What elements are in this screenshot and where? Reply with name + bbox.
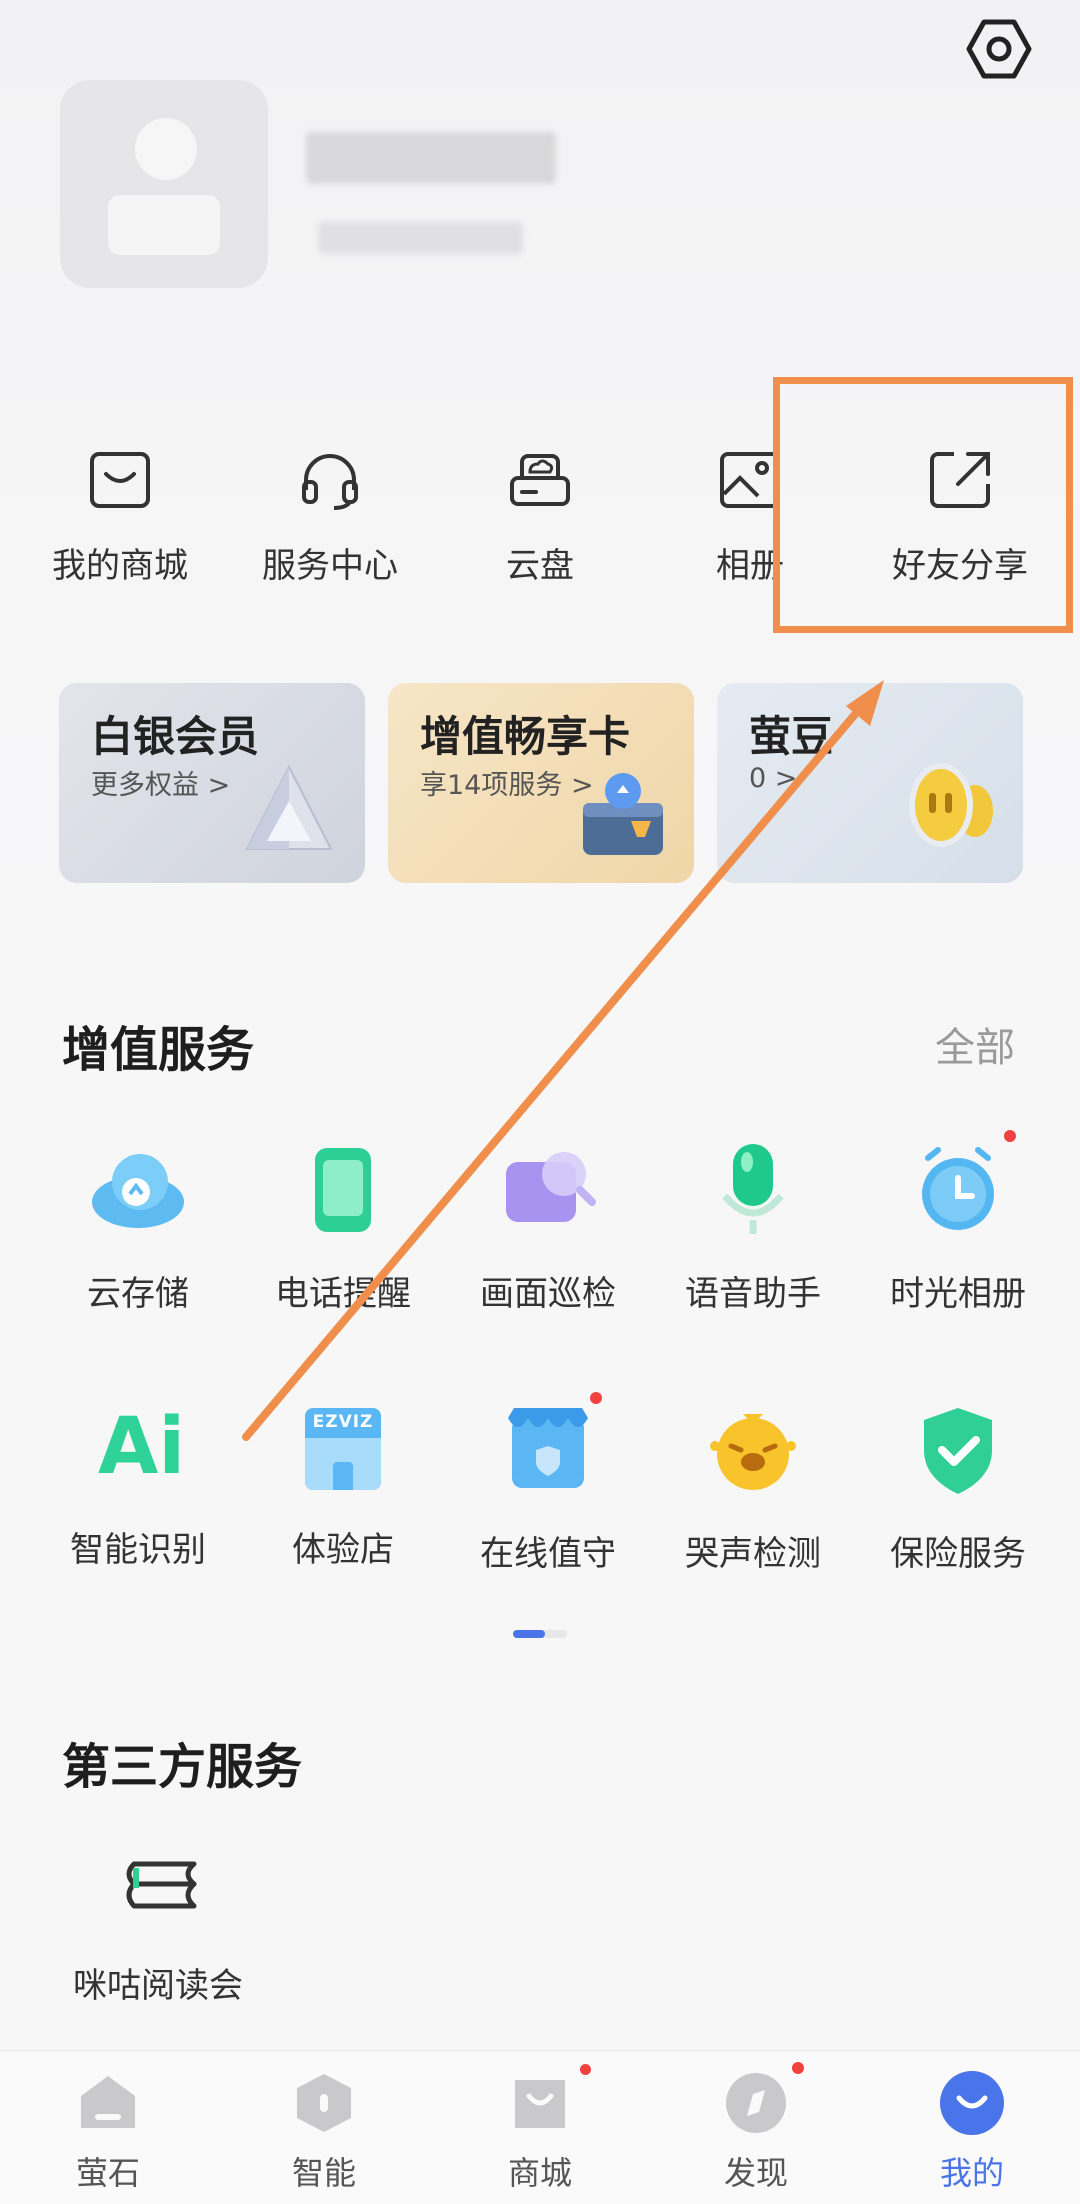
mall-icon — [515, 2080, 565, 2128]
notification-dot — [792, 2062, 804, 2074]
tab-label: 发现 — [723, 2154, 788, 2192]
notification-dot — [580, 2064, 591, 2075]
tab-discover[interactable]: 发现 — [686, 2062, 826, 2194]
discover-icon — [726, 2073, 786, 2133]
tab-mall[interactable]: 商城 — [470, 2064, 610, 2194]
home-icon — [81, 2076, 135, 2128]
tab-home[interactable]: 萤石 — [38, 2070, 178, 2194]
smart-icon — [297, 2074, 351, 2132]
annotation-arrow — [242, 680, 884, 1441]
tab-label: 萤石 — [75, 2154, 140, 2192]
tab-me[interactable]: 我的 — [902, 2070, 1042, 2194]
tab-smart[interactable]: 智能 — [254, 2070, 394, 2194]
me-icon — [940, 2071, 1004, 2135]
tab-label: 智能 — [291, 2154, 356, 2192]
tab-label: 我的 — [939, 2154, 1004, 2192]
tab-label: 商城 — [507, 2154, 572, 2192]
